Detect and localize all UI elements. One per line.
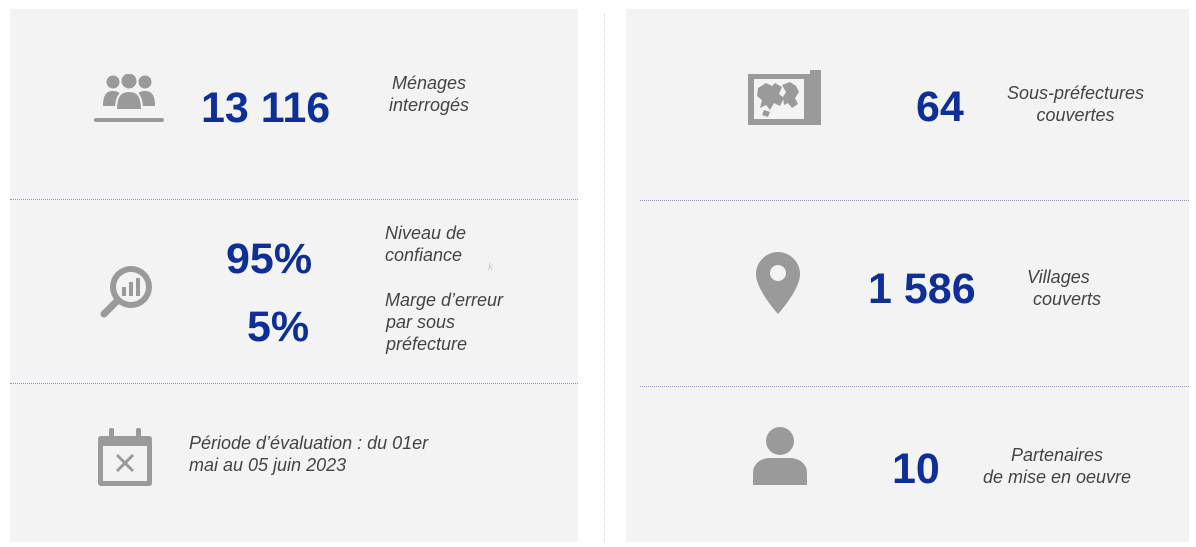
map-icon bbox=[748, 70, 821, 125]
households-label-line2: interrogés bbox=[388, 95, 470, 115]
location-pin-icon bbox=[756, 252, 800, 314]
subprefectures-label-line1: Sous-préfectures bbox=[1006, 83, 1145, 103]
households-label-line1: Ménages bbox=[391, 73, 467, 93]
confidence-label: Niveau de confiance bbox=[385, 222, 466, 266]
magnifier-chart-icon bbox=[98, 260, 158, 320]
period-text-line2: mai au 05 juin 2023 bbox=[189, 455, 347, 475]
margin-label-line3: préfecture bbox=[386, 334, 468, 354]
villages-label-line2: couverts bbox=[1032, 289, 1102, 309]
people-group-icon bbox=[94, 74, 164, 126]
households-label: Ménages interrogés bbox=[364, 72, 494, 116]
divider-left-2 bbox=[10, 383, 578, 384]
infographic: 13 116 Ménages interrogés 95% 5% Niveau … bbox=[0, 0, 1196, 547]
confidence-value: 95% bbox=[226, 235, 313, 283]
period-text-line1: Période d’évaluation : du 01er bbox=[189, 433, 429, 453]
divider-right-1 bbox=[640, 200, 1189, 201]
calendar-cross-icon bbox=[98, 428, 152, 486]
margin-value: 5% bbox=[247, 303, 310, 351]
center-divider bbox=[604, 14, 605, 542]
divider-right-2 bbox=[640, 386, 1189, 387]
subprefectures-label-line2: couvertes bbox=[1036, 105, 1115, 125]
period-text: Période d’évaluation : du 01er mai au 05… bbox=[189, 432, 428, 476]
divider-left-1 bbox=[10, 199, 578, 200]
margin-label-line1: Marge d’erreur bbox=[385, 290, 504, 310]
villages-label-line1: Villages bbox=[1027, 267, 1090, 287]
subprefectures-label: Sous-préfectures couvertes bbox=[993, 82, 1158, 126]
partners-label: Partenaires de mise en oeuvre bbox=[957, 444, 1157, 488]
person-icon bbox=[753, 427, 807, 485]
partners-value: 10 bbox=[892, 445, 940, 493]
margin-label: Marge d’erreur par sous préfecture bbox=[385, 289, 503, 355]
stray-mark: k bbox=[488, 262, 493, 273]
subprefectures-value: 64 bbox=[916, 83, 964, 131]
partners-label-line1: Partenaires bbox=[1010, 445, 1104, 465]
confidence-label-line1: Niveau de bbox=[385, 223, 467, 243]
partners-label-line2: de mise en oeuvre bbox=[982, 467, 1132, 487]
households-value: 13 116 bbox=[201, 84, 331, 132]
margin-label-line2: par sous bbox=[386, 312, 456, 332]
villages-value: 1 586 bbox=[868, 265, 976, 313]
confidence-label-line2: confiance bbox=[385, 245, 463, 265]
villages-label: Villages couverts bbox=[1017, 266, 1117, 310]
